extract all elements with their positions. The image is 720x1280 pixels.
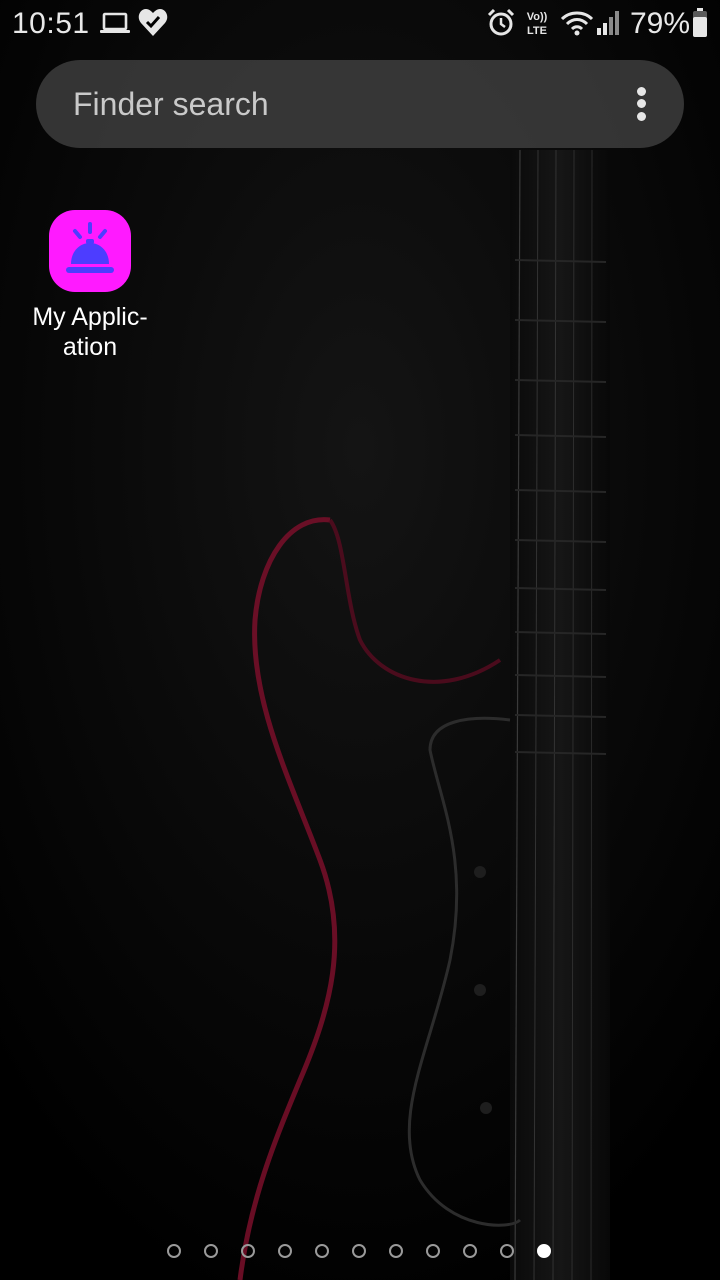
page-dot-active[interactable]: [537, 1244, 551, 1258]
volte-icon: Vo)) LTE: [527, 11, 548, 37]
status-time: 10:51: [12, 7, 90, 40]
alarm-icon: [487, 8, 515, 36]
app-icon-tile[interactable]: [49, 210, 131, 292]
page-dot[interactable]: [204, 1244, 218, 1258]
wallpaper: [0, 0, 720, 1280]
finder-search-bar[interactable]: Finder search: [36, 60, 684, 148]
page-dot[interactable]: [500, 1244, 514, 1258]
svg-text:LTE: LTE: [527, 25, 547, 37]
app-label-line-1: My Applic-: [32, 303, 148, 331]
page-dot[interactable]: [352, 1244, 366, 1258]
search-placeholder[interactable]: Finder search: [73, 84, 269, 124]
app-label-line-2: ation: [62, 333, 118, 361]
battery-icon: [693, 8, 707, 37]
page-dot[interactable]: [426, 1244, 440, 1258]
page-dot[interactable]: [278, 1244, 292, 1258]
page-dot[interactable]: [315, 1244, 329, 1258]
svg-text:Vo)): Vo)): [527, 11, 548, 23]
page-dot[interactable]: [389, 1244, 403, 1258]
app-my-application[interactable]: My Applic- ation: [20, 208, 160, 368]
heart-check-icon: [138, 9, 168, 36]
laptop-icon: [100, 12, 130, 33]
page-indicator[interactable]: [160, 1236, 560, 1266]
page-dot[interactable]: [241, 1244, 255, 1258]
page-dot[interactable]: [167, 1244, 181, 1258]
app-label[interactable]: My Applic- ation: [20, 302, 160, 362]
battery-percent: 79%: [630, 7, 691, 40]
signal-icon: [597, 11, 619, 35]
guitar-wallpaper-image: [0, 0, 720, 1280]
more-vertical-icon[interactable]: [630, 84, 654, 124]
page-dot[interactable]: [463, 1244, 477, 1258]
status-bar: 10:51 Vo)) LTE 79%: [0, 0, 720, 48]
service-bell-icon: [66, 222, 114, 273]
wifi-icon: [560, 11, 594, 36]
